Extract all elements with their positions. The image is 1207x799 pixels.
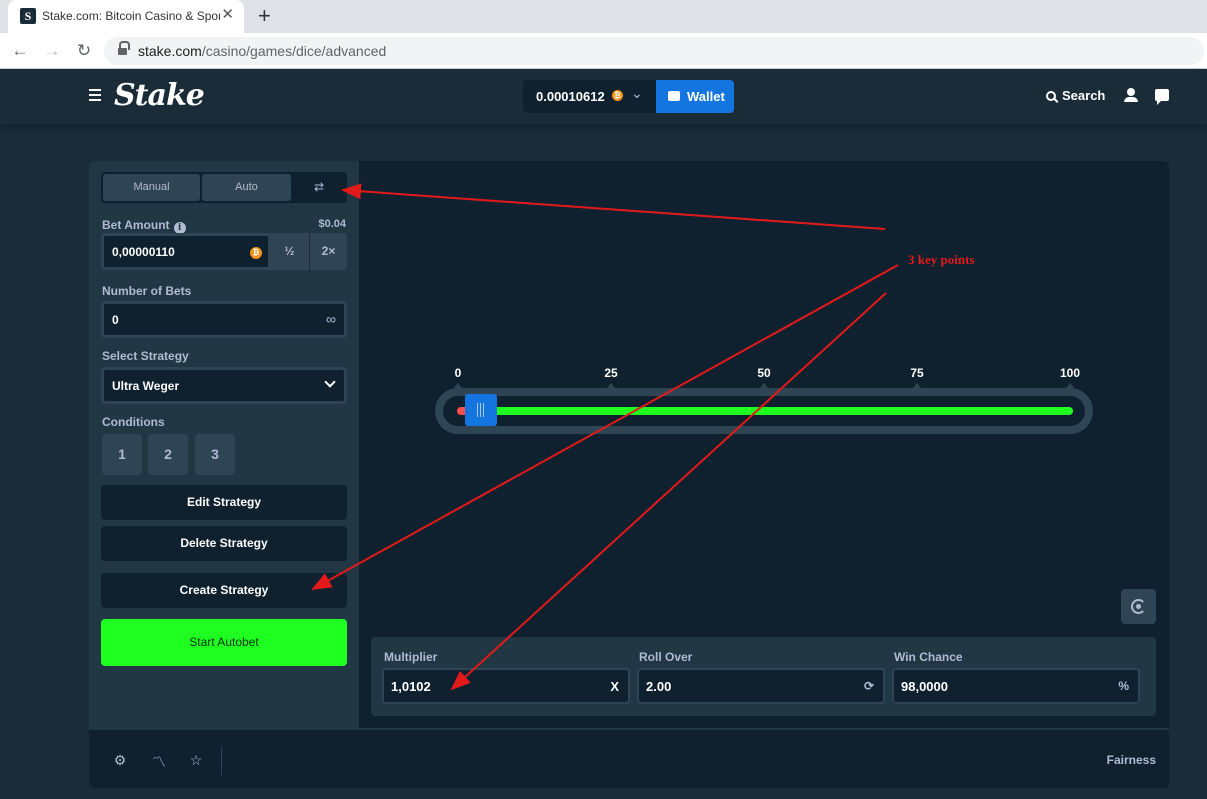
close-tab-icon[interactable]: ✕ [221, 7, 234, 23]
create-strategy-button[interactable]: Create Strategy [101, 573, 347, 608]
half-button[interactable]: ½ [271, 233, 308, 270]
hamburger-menu-icon[interactable] [89, 89, 101, 101]
tab-title: Stake.com: Bitcoin Casino & Sports [42, 9, 220, 23]
double-button[interactable]: 2× [309, 233, 347, 270]
condition-1-button[interactable]: 1 [102, 434, 142, 475]
bet-amount-input[interactable]: 0,00000110 ₿ [103, 235, 269, 268]
strategy-value: Ultra Weger [112, 379, 180, 393]
win-chance-value: 98,0000 [901, 679, 948, 694]
condition-3-button[interactable]: 3 [195, 434, 235, 475]
number-of-bets-label: Number of Bets [102, 284, 192, 298]
delete-strategy-button[interactable]: Delete Strategy [101, 526, 347, 561]
tick-label: 50 [757, 366, 771, 380]
browser-toolbar: ← → ↻ stake.com/casino/games/dice/advanc… [0, 33, 1207, 69]
wallet-icon [668, 91, 680, 101]
wallet-label: Wallet [687, 89, 725, 104]
win-range [469, 407, 1073, 415]
live-stats-icon[interactable] [1121, 589, 1156, 624]
stats-chart-icon[interactable]: 〽 [150, 752, 168, 772]
tick-label: 75 [910, 366, 924, 380]
balance-value: 0.00010612 [536, 89, 605, 104]
multiplier-label: Multiplier [384, 650, 438, 664]
multiplier-value: 1,0102 [391, 679, 431, 694]
strategy-select-box[interactable]: Ultra Weger [103, 369, 345, 402]
user-icon[interactable] [1124, 88, 1138, 102]
win-chance-label: Win Chance [894, 650, 963, 664]
mode-tabs: Manual Auto ⇄ [101, 172, 347, 203]
site-header: Stake 0.00010612 ₿ ⌄ Wallet Search [0, 69, 1207, 124]
tab-advanced-swap-icon[interactable]: ⇄ [293, 174, 345, 201]
bet-amount-usd: $0.04 [318, 218, 346, 230]
infinity-icon[interactable]: ∞ [326, 311, 336, 327]
roll-over-label: Roll Over [639, 650, 693, 664]
browser-tabstrip: S Stake.com: Bitcoin Casino & Sports ✕ + [0, 0, 1207, 33]
bet-sidebar: Manual Auto ⇄ Bet Amount i $0.04 0,000001… [89, 161, 359, 728]
win-chance-input[interactable]: 98,0000 % [892, 668, 1140, 704]
edit-strategy-button[interactable]: Edit Strategy [101, 485, 347, 520]
strategy-select[interactable]: Ultra Weger [101, 367, 347, 404]
new-tab-button[interactable]: + [258, 3, 271, 29]
bet-amount-value: 0,00000110 [112, 245, 175, 259]
multiplier-x-icon: X [610, 679, 619, 694]
roll-over-input[interactable]: 2.00 ⟳ [637, 668, 885, 704]
number-of-bets-input[interactable]: 0 ∞ [103, 303, 345, 336]
number-of-bets-group: 0 ∞ [101, 301, 347, 338]
tab-auto[interactable]: Auto [202, 174, 291, 201]
balance-selector[interactable]: 0.00010612 ₿ ⌄ [523, 80, 656, 113]
conditions-label: Conditions [102, 415, 165, 429]
multiplier-input[interactable]: 1,0102 X [382, 668, 630, 704]
bitcoin-icon: ₿ [612, 90, 623, 101]
dice-game: Manual Auto ⇄ Bet Amount i $0.04 0,000001… [89, 161, 1169, 788]
dice-slider [435, 388, 1093, 434]
bet-amount-label: Bet Amount i [102, 218, 186, 234]
percent-icon: % [1118, 679, 1129, 693]
slider-handle[interactable] [465, 394, 498, 426]
roll-over-value: 2.00 [646, 679, 672, 694]
select-strategy-label: Select Strategy [102, 349, 189, 363]
chevron-down-icon [324, 376, 336, 388]
wallet-button[interactable]: Wallet [656, 80, 734, 113]
refresh-icon[interactable]: ⟳ [864, 679, 874, 693]
stats-panel: Multiplier 1,0102 X Roll Over 2.00 ⟳ Win… [371, 637, 1156, 716]
forward-arrow-icon[interactable]: → [40, 39, 64, 63]
reload-icon[interactable]: ↻ [72, 39, 96, 63]
browser-tab[interactable]: S Stake.com: Bitcoin Casino & Sports ✕ [8, 0, 244, 33]
condition-2-button[interactable]: 2 [148, 434, 188, 475]
stake-favicon-icon: S [20, 8, 36, 24]
number-of-bets-value: 0 [112, 313, 119, 327]
footer-divider [221, 747, 222, 775]
chevron-down-icon: ⌄ [631, 85, 643, 101]
back-arrow-icon[interactable]: ← [8, 39, 32, 63]
address-bar[interactable]: stake.com/casino/games/dice/advanced [104, 37, 1204, 65]
star-icon[interactable]: ☆ [187, 752, 205, 769]
bet-amount-group: 0,00000110 ₿ ½ 2× [101, 233, 347, 270]
chat-icon[interactable] [1155, 89, 1169, 105]
gear-icon[interactable]: ⚙ [111, 752, 129, 769]
start-autobet-button[interactable]: Start Autobet [101, 619, 347, 666]
stake-logo[interactable]: Stake [114, 78, 205, 113]
search-icon [1046, 91, 1056, 101]
tick-label: 0 [454, 366, 462, 380]
lock-icon [118, 41, 130, 57]
search-button[interactable]: Search [1046, 88, 1105, 103]
game-footer: ⚙ 〽 ☆ Fairness [89, 728, 1169, 788]
url-text: stake.com/casino/games/dice/advanced [138, 43, 387, 59]
annotation-label: 3 key points [908, 252, 975, 267]
tick-label: 25 [604, 366, 618, 380]
bitcoin-icon: ₿ [250, 247, 262, 259]
fairness-link[interactable]: Fairness [1107, 753, 1156, 767]
tick-label: 100 [1059, 366, 1081, 380]
search-label: Search [1062, 88, 1106, 103]
tab-manual[interactable]: Manual [103, 174, 200, 201]
